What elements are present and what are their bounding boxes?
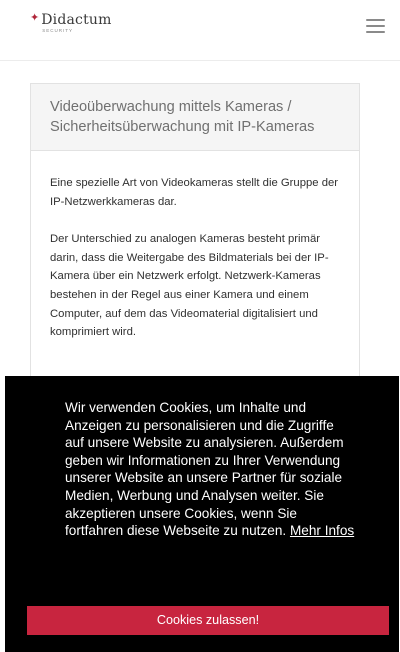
menu-bar	[366, 31, 385, 33]
logo-name: Didactum	[41, 12, 112, 28]
article-body: Eine spezielle Art von Videokameras stel…	[31, 151, 359, 342]
menu-bar	[366, 19, 385, 21]
menu-bar	[366, 25, 385, 27]
article-card-header: Videoüberwachung mittels Kameras / Siche…	[31, 84, 359, 151]
logo-mark-icon: ✦	[30, 12, 40, 24]
site-logo[interactable]: ✦ Didactum SECURITY	[30, 12, 112, 34]
cookie-banner: Wir verwenden Cookies, um Inhalte und An…	[5, 376, 399, 652]
article-title: Videoüberwachung mittels Kameras / Siche…	[50, 99, 315, 135]
article-paragraph: Eine spezielle Art von Videokameras stel…	[50, 177, 339, 208]
logo-text: Didactum SECURITY	[41, 12, 111, 34]
site-header: ✦ Didactum SECURITY	[0, 0, 400, 60]
header-divider	[0, 60, 400, 61]
more-info-link[interactable]: Mehr Infos	[290, 523, 354, 538]
article-paragraph: Der Unterschied zu analogen Kameras best…	[50, 233, 329, 339]
page: ✦ Didactum SECURITY Videoüberwachung mit…	[0, 0, 400, 652]
logo-tagline: SECURITY	[42, 28, 73, 33]
cookie-message-block: Wir verwenden Cookies, um Inhalte und An…	[65, 399, 355, 540]
hamburger-menu-icon[interactable]	[364, 16, 388, 34]
cookie-message: Wir verwenden Cookies, um Inhalte und An…	[65, 400, 344, 539]
accept-cookies-button[interactable]: Cookies zulassen!	[27, 606, 389, 635]
